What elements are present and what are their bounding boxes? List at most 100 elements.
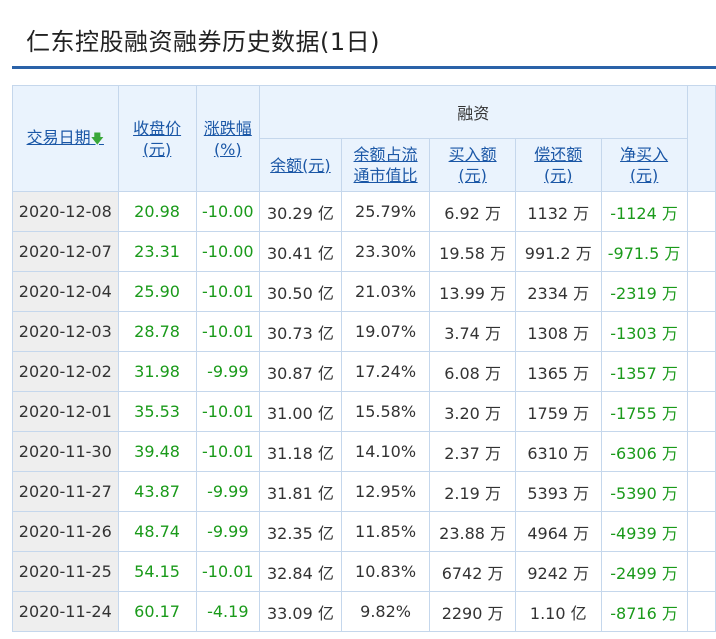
table-cell-date: 2020-11-30 — [12, 431, 119, 472]
table-cell-change: -9.99 — [195, 351, 260, 392]
table-cell-buy: 19.58 万 — [429, 231, 516, 272]
sort-date-link[interactable]: 交易日期🡇 — [27, 127, 104, 150]
table-cell-repay: 1308 万 — [514, 311, 602, 352]
sort-repay-link[interactable]: 偿还额 (元) — [534, 144, 582, 186]
table-cell-net: -4939 万 — [600, 511, 688, 552]
sort-net-link[interactable]: 净买入 (元) — [620, 144, 668, 186]
table-cell-balance: 30.41 亿 — [258, 231, 342, 272]
table-cell-ratio: 9.82% — [340, 591, 431, 632]
table-cell-cut — [686, 351, 716, 392]
col-header-buy[interactable]: 买入额 (元) — [429, 138, 516, 192]
table-cell-change: -10.00 — [195, 191, 260, 232]
sort-balance-link[interactable]: 余额(元) — [270, 155, 331, 176]
table-cell-net: -971.5 万 — [600, 231, 688, 272]
page-title: 仁东控股融资融券历史数据(1日) — [26, 28, 380, 56]
table-cell-date: 2020-12-07 — [12, 231, 119, 272]
table-cell-repay: 1365 万 — [514, 351, 602, 392]
sort-ratio-link[interactable]: 余额占流 通市值比 — [354, 144, 418, 186]
col-header-net[interactable]: 净买入 (元) — [600, 138, 688, 192]
table-cell-change: -10.01 — [195, 551, 260, 592]
table-cell-balance: 31.00 亿 — [258, 391, 342, 432]
col-header-balance[interactable]: 余额(元) — [258, 138, 342, 192]
table-cell-change: -10.01 — [195, 431, 260, 472]
table-cell-buy: 3.74 万 — [429, 311, 516, 352]
table-cell-buy: 2.37 万 — [429, 431, 516, 472]
table-cell-balance: 30.50 亿 — [258, 271, 342, 312]
sort-close-link[interactable]: 收盘价 (元) — [133, 118, 181, 160]
sort-down-icon: 🡇 — [90, 132, 104, 147]
col-header-date[interactable]: 交易日期🡇 — [12, 85, 119, 192]
table-cell-close: 60.17 — [117, 591, 197, 632]
table-cell-balance: 31.81 亿 — [258, 471, 342, 512]
table-cell-change: -10.01 — [195, 271, 260, 312]
table-cell-date: 2020-12-08 — [12, 191, 119, 232]
table-row: 2020-12-08 20.98 -10.00 30.29 亿 25.79% 6.92 万… — [12, 191, 716, 232]
table-cell-repay: 4964 万 — [514, 511, 602, 552]
table-cell-buy: 6.92 万 — [429, 191, 516, 232]
sort-change-link[interactable]: 涨跌幅 (%) — [204, 118, 252, 160]
table-row: 2020-12-04 25.90 -10.01 30.50 亿 21.03% 13.99 … — [12, 271, 716, 312]
table-row: 2020-12-07 23.31 -10.00 30.41 亿 23.30% 19.58 … — [12, 231, 716, 272]
table-row: 2020-11-26 48.74 -9.99 32.35 亿 11.85% 23.88 万… — [12, 511, 716, 552]
table-cell-ratio: 14.10% — [340, 431, 431, 472]
table-cell-repay: 1759 万 — [514, 391, 602, 432]
table-cell-change: -10.01 — [195, 311, 260, 352]
table-cell-buy: 3.20 万 — [429, 391, 516, 432]
table-cell-repay: 2334 万 — [514, 271, 602, 312]
table-cell-close: 54.15 — [117, 551, 197, 592]
table-cell-change: -9.99 — [195, 471, 260, 512]
sort-buy-link[interactable]: 买入额 (元) — [449, 144, 497, 186]
table-cell-net: -5390 万 — [600, 471, 688, 512]
table-cell-net: -8716 万 — [600, 591, 688, 632]
table-cell-ratio: 12.95% — [340, 471, 431, 512]
table-cell-net: -1124 万 — [600, 191, 688, 232]
table-cell-ratio: 21.03% — [340, 271, 431, 312]
table-cell-cut — [686, 551, 716, 592]
col-header-ratio[interactable]: 余额占流 通市值比 — [340, 138, 431, 192]
table-cell-close: 28.78 — [117, 311, 197, 352]
table-row: 2020-12-03 28.78 -10.01 30.73 亿 19.07% 3.74 万… — [12, 311, 716, 352]
table-cell-repay: 6310 万 — [514, 431, 602, 472]
table-cell-date: 2020-11-24 — [12, 591, 119, 632]
table-cell-close: 35.53 — [117, 391, 197, 432]
title-bar: 仁东控股融资融券历史数据(1日) — [0, 0, 716, 69]
table-cell-date: 2020-11-25 — [12, 551, 119, 592]
table-cell-balance: 30.87 亿 — [258, 351, 342, 392]
table-cell-date: 2020-11-27 — [12, 471, 119, 512]
table-cell-balance: 30.73 亿 — [258, 311, 342, 352]
table-cell-cut — [686, 231, 716, 272]
table-cell-close: 48.74 — [117, 511, 197, 552]
table-cell-buy: 6.08 万 — [429, 351, 516, 392]
table-cell-ratio: 19.07% — [340, 311, 431, 352]
table-row: 2020-11-30 39.48 -10.01 31.18 亿 14.10% 2.37 万… — [12, 431, 716, 472]
table-cell-change: -9.99 — [195, 511, 260, 552]
table-cell-date: 2020-12-03 — [12, 311, 119, 352]
table-cell-cut — [686, 591, 716, 632]
table-cell-change: -10.01 — [195, 391, 260, 432]
table-cell-ratio: 15.58% — [340, 391, 431, 432]
table-cell-change: -10.00 — [195, 231, 260, 272]
col-header-close[interactable]: 收盘价 (元) — [117, 85, 197, 192]
table-cell-repay: 1132 万 — [514, 191, 602, 232]
table-cell-buy: 2290 万 — [429, 591, 516, 632]
table-cell-net: -2499 万 — [600, 551, 688, 592]
table-cell-cut — [686, 431, 716, 472]
margin-data-table: 交易日期🡇 收盘价 (元) 涨跌幅 (%) 融资 余额(元) 余额占流 通市值比 买入… — [12, 85, 716, 632]
title-underline — [12, 66, 716, 69]
table-cell-close: 25.90 — [117, 271, 197, 312]
table-cell-repay: 991.2 万 — [514, 231, 602, 272]
col-header-change[interactable]: 涨跌幅 (%) — [195, 85, 260, 192]
table-cell-close: 31.98 — [117, 351, 197, 392]
table-cell-close: 20.98 — [117, 191, 197, 232]
table-cell-buy: 13.99 万 — [429, 271, 516, 312]
table-cell-balance: 33.09 亿 — [258, 591, 342, 632]
col-header-cut — [686, 85, 716, 192]
table-cell-close: 43.87 — [117, 471, 197, 512]
table-cell-buy: 2.19 万 — [429, 471, 516, 512]
table-cell-net: -1303 万 — [600, 311, 688, 352]
table-cell-balance: 30.29 亿 — [258, 191, 342, 232]
table-cell-cut — [686, 511, 716, 552]
col-header-repay[interactable]: 偿还额 (元) — [514, 138, 602, 192]
col-group-financing: 融资 — [258, 85, 688, 139]
table-cell-cut — [686, 191, 716, 232]
